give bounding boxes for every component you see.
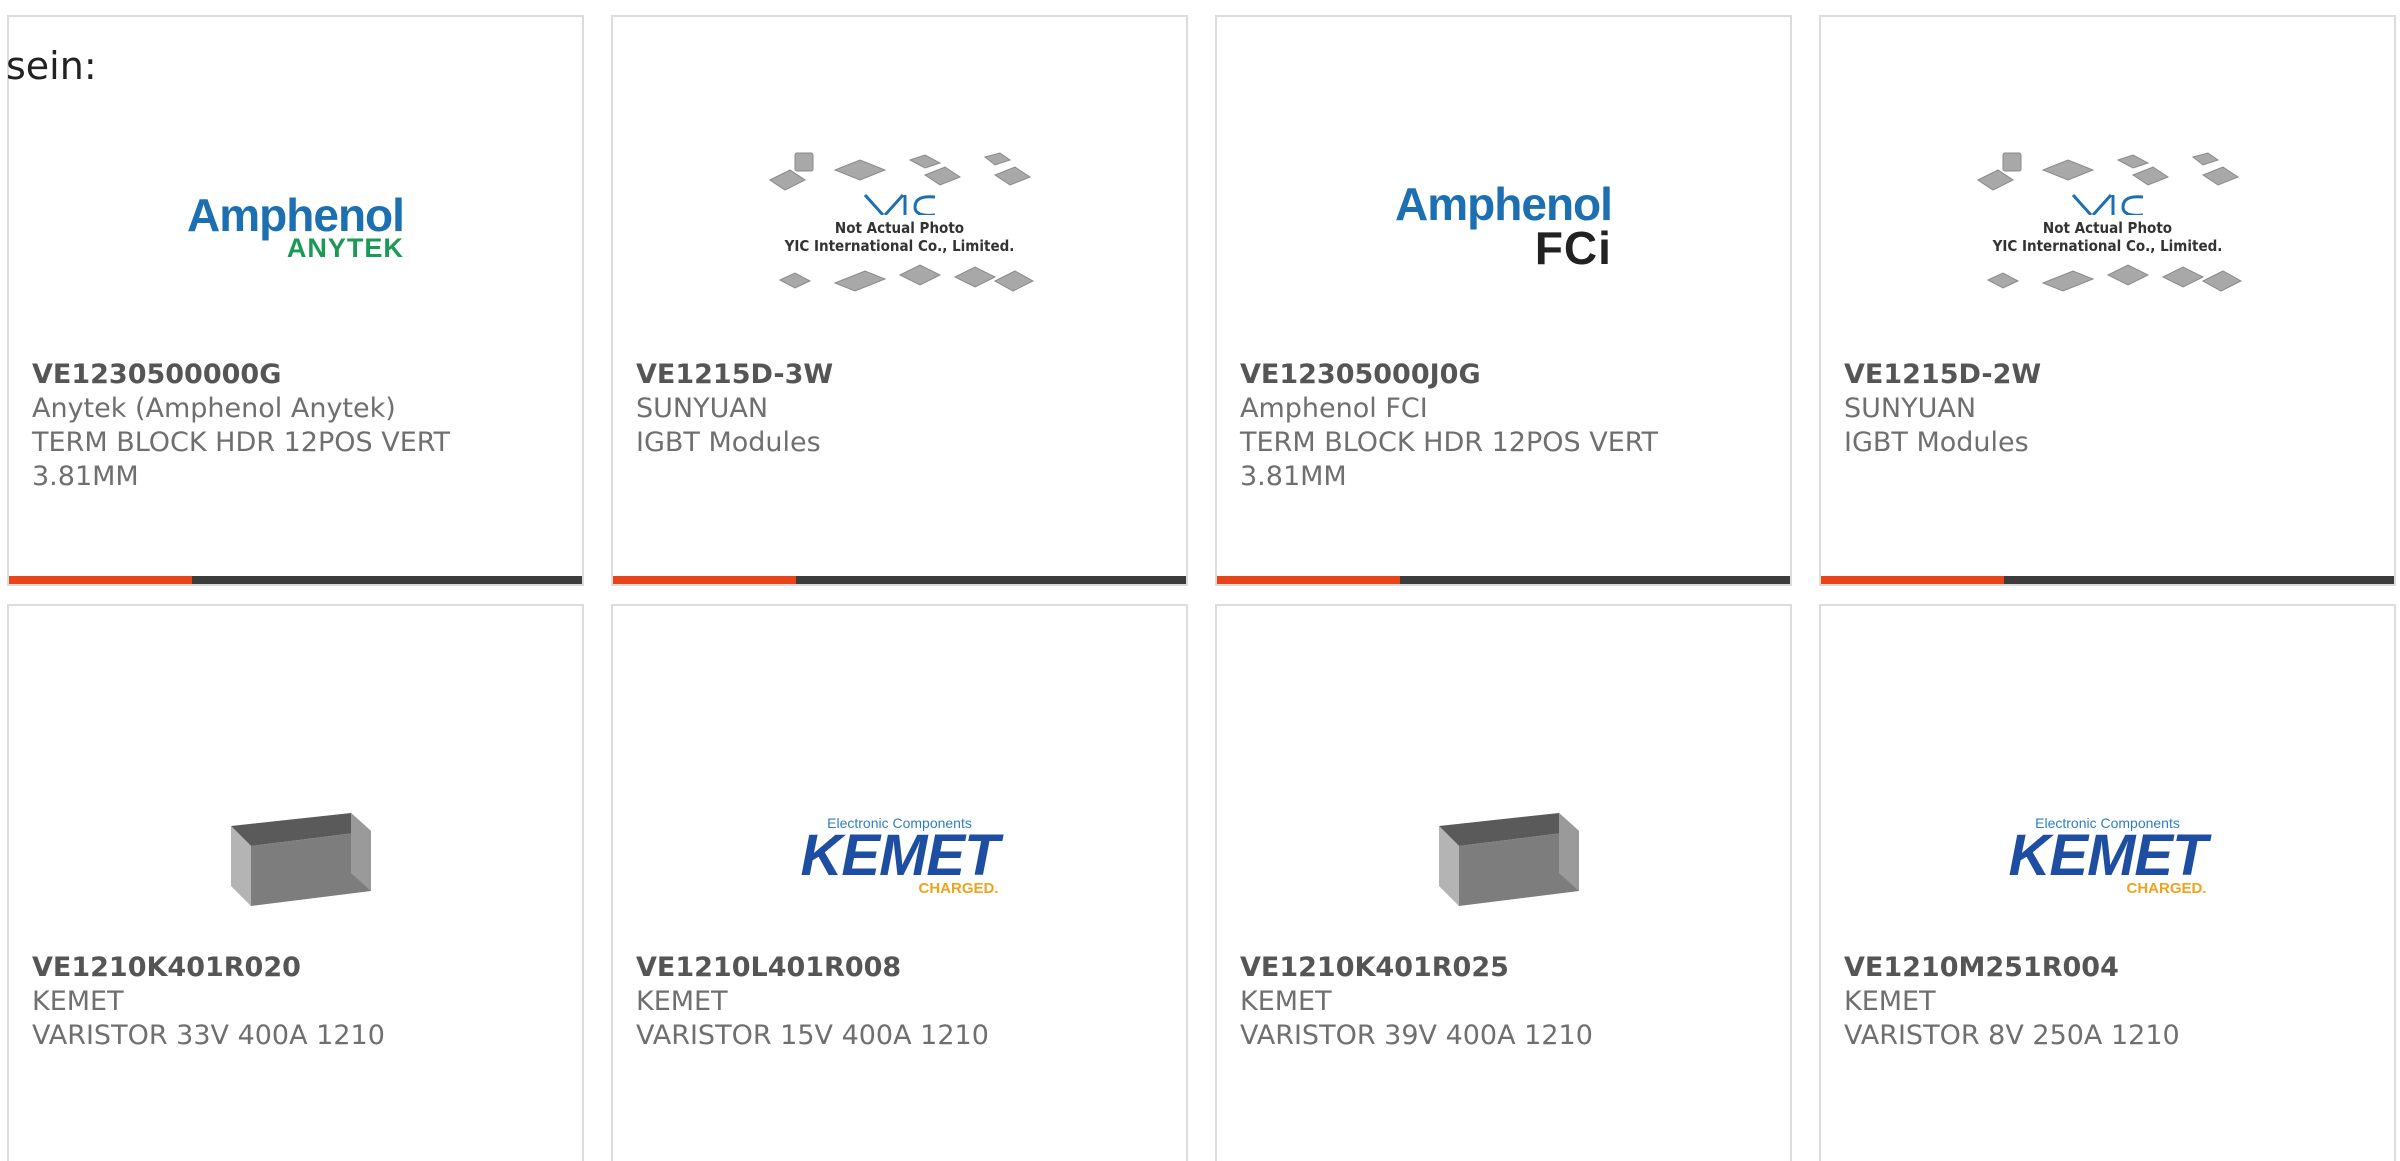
product-card[interactable]: VE1210K401R020 KEMET VARISTOR 33V 400A 1… [7,604,584,1161]
manufacturer: KEMET [1844,986,1936,1017]
card-bottom-bar [613,576,1186,584]
part-number-link[interactable]: VE1210L401R008 [636,951,1166,985]
part-number-link[interactable]: VE1230500000G [32,358,562,392]
manufacturer: Anytek (Amphenol Anytek) [32,393,396,424]
description: VARISTOR 33V 400A 1210 [32,1020,385,1051]
product-info: VE1230500000G Anytek (Amphenol Anytek) T… [32,358,562,494]
description: VARISTOR 15V 400A 1210 [636,1020,989,1051]
product-card[interactable]: VE1210K401R025 KEMET VARISTOR 39V 400A 1… [1215,604,1792,1161]
yic-placeholder-image: Not Actual Photo YIC International Co., … [1973,145,2243,309]
kemet-logo: Electronic Components KEMET CHARGED. [800,815,1000,897]
description: IGBT Modules [1844,427,2029,458]
intro-text: sein: [6,44,97,88]
description: TERM BLOCK HDR 12POS VERT 3.81MM [1240,427,1659,492]
chip-component-image [230,813,371,906]
manufacturer: KEMET [636,986,728,1017]
card-bottom-bar [9,576,582,584]
manufacturer: KEMET [1240,986,1332,1017]
product-info: VE1215D-3W SUNYUAN IGBT Modules [636,358,1166,460]
amphenol-anytek-logo: Amphenol ANYTEK [187,189,405,263]
description: VARISTOR 39V 400A 1210 [1240,1020,1593,1051]
chip-component-image [1438,813,1579,906]
manufacturer: Amphenol FCI [1240,393,1428,424]
part-number-link[interactable]: VE12305000J0G [1240,358,1770,392]
product-card[interactable]: Electronic Components KEMET CHARGED. VE1… [1819,604,2396,1161]
product-info: VE1210M251R004 KEMET VARISTOR 8V 250A 12… [1844,951,2374,1053]
amphenol-fci-logo: Amphenol FCi [1395,178,1613,274]
part-number-link[interactable]: VE1210M251R004 [1844,951,2374,985]
product-card[interactable]: Amphenol FCi VE12305000J0G Amphenol FCI … [1215,15,1792,586]
part-number-link[interactable]: VE1210K401R020 [32,951,562,985]
product-image[interactable]: Not Actual Photo YIC International Co., … [613,87,1186,367]
product-info: VE1210L401R008 KEMET VARISTOR 15V 400A 1… [636,951,1166,1053]
manufacturer: SUNYUAN [1844,393,1977,424]
product-image[interactable]: Not Actual Photo YIC International Co., … [1821,87,2394,367]
part-number-link[interactable]: VE1215D-3W [636,358,1166,392]
part-number-link[interactable]: VE1210K401R025 [1240,951,1770,985]
product-image[interactable]: Amphenol FCi [1217,87,1790,367]
product-card[interactable]: Not Actual Photo YIC International Co., … [611,15,1188,586]
product-card[interactable]: Electronic Components KEMET CHARGED. VE1… [611,604,1188,1161]
kemet-logo: Electronic Components KEMET CHARGED. [2008,815,2208,897]
chip-packages-icon [768,152,1031,217]
description: VARISTOR 8V 250A 1210 [1844,1020,2180,1051]
product-image[interactable]: Amphenol ANYTEK [9,87,582,367]
manufacturer: SUNYUAN [636,393,769,424]
chip-packages-icon [1976,152,2239,217]
chip-packages-icon [1986,264,2242,292]
card-bottom-bar [1217,576,1790,584]
product-card[interactable]: Amphenol ANYTEK VE1230500000G Anytek (Am… [7,15,584,586]
product-info: VE12305000J0G Amphenol FCI TERM BLOCK HD… [1240,358,1770,494]
product-info: VE1210K401R025 KEMET VARISTOR 39V 400A 1… [1240,951,1770,1053]
product-grid-page: sein: Amphenol ANYTEK VE1230500000G Anyt… [0,0,2400,1161]
part-number-link[interactable]: VE1215D-2W [1844,358,2374,392]
description: IGBT Modules [636,427,821,458]
chip-packages-icon [778,264,1034,292]
yic-placeholder-image: Not Actual Photo YIC International Co., … [765,145,1035,309]
product-card[interactable]: Not Actual Photo YIC International Co., … [1819,15,2396,586]
description: TERM BLOCK HDR 12POS VERT 3.81MM [32,427,451,492]
card-bottom-bar [1821,576,2394,584]
product-info: VE1210K401R020 KEMET VARISTOR 33V 400A 1… [32,951,562,1053]
product-info: VE1215D-2W SUNYUAN IGBT Modules [1844,358,2374,460]
manufacturer: KEMET [32,986,124,1017]
